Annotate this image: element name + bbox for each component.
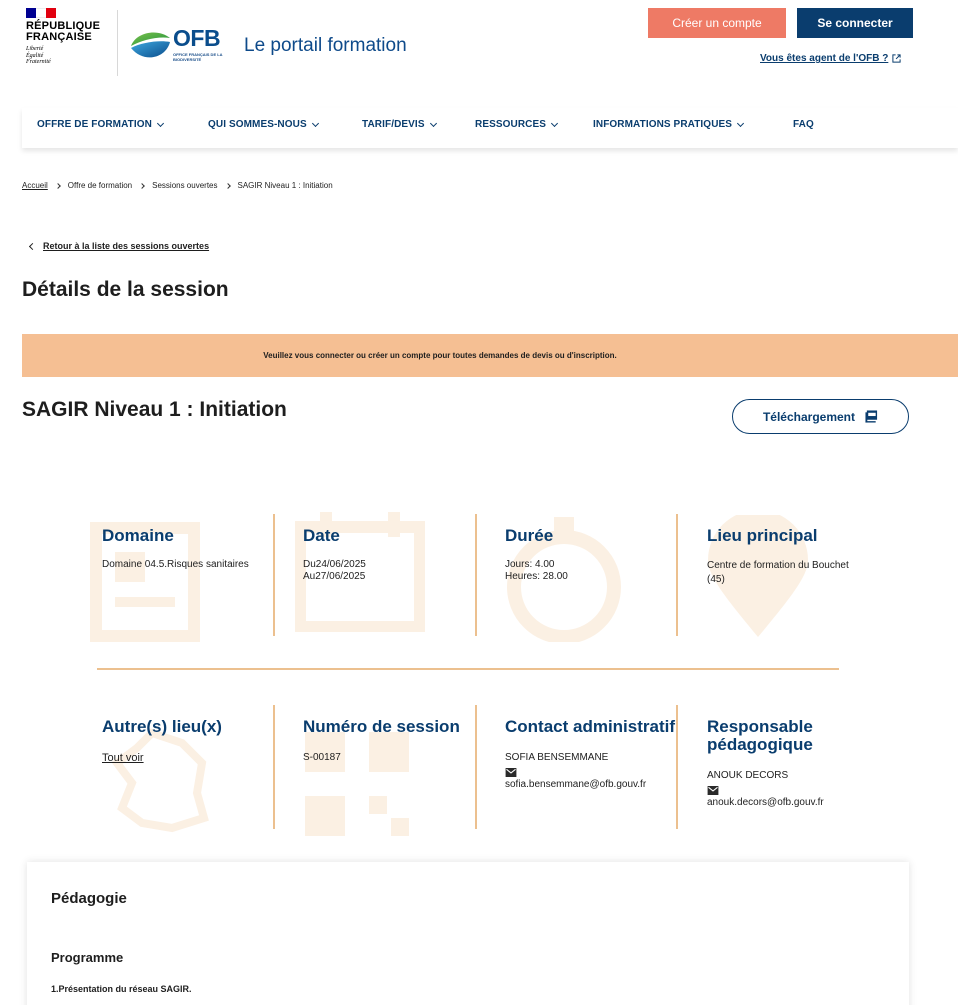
info-duree-title: Durée xyxy=(505,526,554,545)
nav-informations-pratiques[interactable]: INFORMATIONS PRATIQUES xyxy=(593,119,745,130)
mail-icon xyxy=(505,768,517,777)
info-responsable-title: Responsable pédagogique xyxy=(707,717,813,754)
agent-link-label: Vous êtes agent de l'OFB ? xyxy=(760,53,889,64)
nav-label: QUI SOMMES-NOUS xyxy=(208,119,307,130)
nav-label: TARIF/DEVIS xyxy=(362,119,425,130)
breadcrumb: Accueil Offre de formation Sessions ouve… xyxy=(22,181,333,190)
mail-icon xyxy=(707,786,719,795)
ofb-subtitle: OFFICE FRANÇAIS DE LA BIODIVERSITÉ xyxy=(173,52,223,62)
date-start: Du24/06/2025 xyxy=(303,559,366,570)
info-lieu-value: Centre de formation du Bouchet (45) xyxy=(707,560,849,585)
info-date-value: Du24/06/2025 Au27/06/2025 xyxy=(303,559,493,583)
pedagogie-title: Pédagogie xyxy=(51,890,127,907)
chevron-right-icon xyxy=(224,182,231,189)
info-numero-session: Numéro de session S-00187 xyxy=(303,717,493,836)
info-responsable-value: ANOUK DECORS anouk.decors@ofb.gouv.fr xyxy=(707,770,907,809)
chevron-left-icon xyxy=(28,242,37,250)
flag-icon xyxy=(26,8,56,18)
login-button[interactable]: Se connecter xyxy=(797,8,913,38)
agent-ofb-link[interactable]: Vous êtes agent de l'OFB ? xyxy=(760,53,901,64)
info-contact-administratif: Contact administratif SOFIA BENSEMMANE s… xyxy=(505,718,705,791)
nav-label: OFFRE DE FORMATION xyxy=(37,119,152,130)
info-domaine-value: Domaine 04.5.Risques sanitaires xyxy=(102,559,249,570)
nav-ressources[interactable]: RESSOURCES xyxy=(475,119,559,130)
chevron-down-icon xyxy=(311,119,319,127)
info-contact-title: Contact administratif xyxy=(505,717,676,736)
programme-item: 1.Présentation du réseau SAGIR. xyxy=(51,984,192,994)
main-navigation: OFFRE DE FORMATION QUI SOMMES-NOUS TARIF… xyxy=(22,108,958,148)
portal-title[interactable]: Le portail formation xyxy=(244,35,407,57)
contact-email[interactable]: sofia.bensemmane@ofb.gouv.fr xyxy=(505,779,705,791)
date-end: Au27/06/2025 xyxy=(303,571,366,582)
chevron-down-icon xyxy=(550,119,559,127)
chevron-down-icon xyxy=(156,119,164,127)
breadcrumb-sessions[interactable]: Sessions ouvertes xyxy=(152,181,217,190)
republique-francaise-logo[interactable]: RÉPUBLIQUE FRANÇAISE Liberté Égalité Fra… xyxy=(26,8,116,66)
nav-label: INFORMATIONS PRATIQUES xyxy=(593,119,733,130)
chevron-right-icon xyxy=(54,182,61,189)
row-divider xyxy=(97,668,839,670)
chevron-down-icon xyxy=(737,119,745,127)
session-title: SAGIR Niveau 1 : Initiation xyxy=(22,398,287,421)
download-button[interactable]: Téléchargement xyxy=(732,399,909,434)
header-separator xyxy=(117,10,118,76)
breadcrumb-current: SAGIR Niveau 1 : Initiation xyxy=(237,181,333,190)
duree-jours: Jours: 4.00 xyxy=(505,559,555,570)
info-date-title: Date xyxy=(303,526,340,545)
info-date: Date Du24/06/2025 Au27/06/2025 xyxy=(295,512,493,632)
responsable-email[interactable]: anouk.decors@ofb.gouv.fr xyxy=(707,797,907,809)
info-duree-value: Jours: 4.00 Heures: 28.00 xyxy=(505,559,695,583)
duree-heures: Heures: 28.00 xyxy=(505,571,568,582)
chevron-down-icon xyxy=(429,119,437,127)
breadcrumb-offre[interactable]: Offre de formation xyxy=(68,181,132,190)
download-label: Téléchargement xyxy=(762,409,856,424)
nav-label: FAQ xyxy=(793,119,814,130)
chevron-right-icon xyxy=(139,182,145,189)
nav-faq[interactable]: FAQ xyxy=(793,119,814,130)
back-to-sessions-link[interactable]: Retour à la liste des sessions ouvertes xyxy=(28,241,210,251)
qr-code-icon xyxy=(305,732,409,836)
info-lieu: Lieu principal Centre de formation du Bo… xyxy=(707,515,897,637)
create-account-button[interactable]: Créer un compte xyxy=(648,8,786,38)
devise-text: Liberté Égalité Fraternité xyxy=(26,46,51,65)
back-link-label: Retour à la liste des sessions ouvertes xyxy=(43,241,210,251)
page-title: Détails de la session xyxy=(22,278,229,301)
breadcrumb-home[interactable]: Accueil xyxy=(22,181,48,190)
tout-voir-link[interactable]: Tout voir xyxy=(102,752,292,764)
nav-offre-de-formation[interactable]: OFFRE DE FORMATION xyxy=(37,119,164,130)
ofb-leaf-icon xyxy=(131,32,170,58)
info-numero-title: Numéro de session xyxy=(303,717,460,736)
contact-name: SOFIA BENSEMMANE xyxy=(505,752,609,763)
info-contact-value: SOFIA BENSEMMANE sofia.bensemmane@ofb.go… xyxy=(505,752,705,791)
programme-title: Programme xyxy=(51,950,124,965)
nav-label: RESSOURCES xyxy=(475,119,547,130)
info-domaine: Domaine Domaine 04.5.Risques sanitaires xyxy=(90,522,292,642)
pdf-icon xyxy=(865,410,878,423)
site-header: RÉPUBLIQUE FRANÇAISE Liberté Égalité Fra… xyxy=(0,0,958,98)
info-duree: Durée Jours: 4.00 Heures: 28.00 xyxy=(505,517,695,642)
login-notice-banner: Veuillez vous connecter ou créer un comp… xyxy=(22,334,958,377)
info-domaine-title: Domaine xyxy=(102,526,174,545)
info-numero-value: S-00187 xyxy=(303,752,341,763)
info-autres-title: Autre(s) lieu(x) xyxy=(102,717,222,736)
info-lieu-title: Lieu principal xyxy=(707,526,818,545)
pedagogie-card: Pédagogie Programme 1.Présentation du ré… xyxy=(27,862,909,1005)
external-link-icon xyxy=(892,54,901,63)
republique-text: RÉPUBLIQUE FRANÇAISE xyxy=(26,20,101,43)
info-responsable-pedagogique: Responsable pédagogique ANOUK DECORS ano… xyxy=(707,718,907,809)
nav-qui-sommes-nous[interactable]: QUI SOMMES-NOUS xyxy=(208,119,319,130)
ofb-logo[interactable]: OFB OFFICE FRANÇAIS DE LA BIODIVERSITÉ xyxy=(128,24,222,68)
info-autres-lieux: Autre(s) lieu(x) Tout voir xyxy=(102,717,292,833)
ofb-wordmark: OFB xyxy=(173,25,221,51)
nav-tarif-devis[interactable]: TARIF/DEVIS xyxy=(362,119,437,130)
responsable-name: ANOUK DECORS xyxy=(707,770,789,781)
france-map-icon xyxy=(112,728,209,833)
